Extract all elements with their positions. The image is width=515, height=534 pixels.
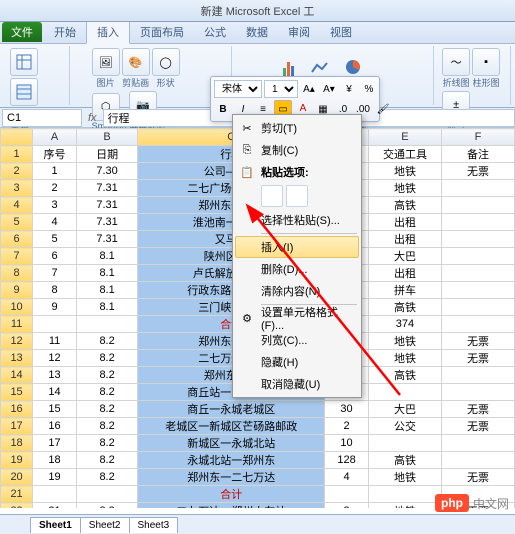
row-header[interactable]: 9 [1,282,33,299]
ctx-cut[interactable]: ✂剪切(T) [235,117,359,139]
row-header[interactable]: 22 [1,503,33,509]
ctx-paste-label: 📋粘贴选项: [235,161,359,183]
ribbon-tabs: 开始 插入 页面布局 公式 数据 审阅 视图 [0,22,515,44]
ribbon-group-sparklines: ～折线图 ▪柱形图 ±盈亏 迷你图 [436,46,511,105]
ctx-unhide[interactable]: 取消隐藏(U) [235,373,359,395]
line-chart-button[interactable] [306,48,336,78]
sheet-tab-3[interactable]: Sheet3 [129,517,179,533]
decrease-font-icon[interactable]: A▾ [320,80,338,98]
sparkline-line-button[interactable]: ～ [442,48,470,76]
tab-pagelayout[interactable]: 页面布局 [130,21,194,43]
sparkline-column-button[interactable]: ▪ [472,48,500,76]
context-menu: ✂剪切(T) ⎘复制(C) 📋粘贴选项: 选择性粘贴(S)... 插入(I) 删… [232,114,362,398]
copy-icon: ⎘ [239,142,255,158]
row-header[interactable]: 5 [1,214,33,231]
ctx-format-cells[interactable]: ⚙设置单元格格式(F)... [235,307,359,329]
row-header[interactable]: 21 [1,486,33,503]
ctx-copy[interactable]: ⎘复制(C) [235,139,359,161]
row-header[interactable]: 1 [1,146,33,163]
ctx-clear[interactable]: 清除内容(N) [235,280,359,302]
ctx-hide[interactable]: 隐藏(H) [235,351,359,373]
title-bar: 新建 Microsoft Excel 工 [0,0,515,22]
watermark: php 中文网 [435,494,509,512]
increase-font-icon[interactable]: A▴ [300,80,318,98]
percent-icon[interactable]: % [360,80,378,98]
paste-option-2[interactable] [286,185,308,207]
row-header[interactable]: 7 [1,248,33,265]
pivot-table-button[interactable] [10,48,38,76]
ctx-insert[interactable]: 插入(I) [235,236,359,258]
tab-home[interactable]: 开始 [44,21,86,43]
ribbon-group-illustrations: 🖼图片 🎨剪贴画 ◯形状 ⬡SmartArt 📷屏幕截图 [72,46,232,105]
fx-icon[interactable]: fx [88,112,97,124]
row-header[interactable]: 13 [1,350,33,367]
row-header[interactable]: 15 [1,384,33,401]
font-select[interactable]: 宋体 [214,80,262,98]
row-header[interactable]: 18 [1,435,33,452]
file-menu-button[interactable]: 文件 [2,22,42,42]
row-header[interactable]: 4 [1,197,33,214]
tab-formulas[interactable]: 公式 [194,21,236,43]
watermark-badge: php [435,494,469,512]
col-header[interactable]: F [441,129,514,146]
sheet-tab-1[interactable]: Sheet1 [30,517,81,533]
tab-review[interactable]: 审阅 [278,21,320,43]
name-box[interactable]: C1 [2,109,82,127]
row-header[interactable]: 12 [1,333,33,350]
tab-view[interactable]: 视图 [320,21,362,43]
cut-icon: ✂ [239,120,255,136]
currency-icon[interactable]: ¥ [340,80,358,98]
fontsize-select[interactable]: 11 [264,80,298,98]
col-header[interactable]: B [76,129,137,146]
row-header[interactable]: 17 [1,418,33,435]
picture-button[interactable]: 🖼 [92,48,120,76]
sheet-tab-2[interactable]: Sheet2 [80,517,130,533]
ctx-paste-special[interactable]: 选择性粘贴(S)... [235,209,359,231]
col-header[interactable]: E [368,129,441,146]
row-header[interactable]: 8 [1,265,33,282]
format-painter-icon[interactable]: 🖌 [374,100,392,118]
col-header[interactable]: A [33,129,77,146]
tab-data[interactable]: 数据 [236,21,278,43]
ctx-col-width[interactable]: 列宽(C)... [235,329,359,351]
row-header[interactable]: 3 [1,180,33,197]
paste-option-1[interactable] [261,185,283,207]
paste-icon: 📋 [239,164,255,180]
row-header[interactable]: 10 [1,299,33,316]
row-header[interactable]: 11 [1,316,33,333]
ctx-delete[interactable]: 删除(D)... [235,258,359,280]
pie-chart-button[interactable] [338,48,368,78]
clipart-button[interactable]: 🎨 [122,48,150,76]
bold-icon[interactable]: B [214,100,232,118]
tab-insert[interactable]: 插入 [86,20,130,44]
row-header[interactable]: 6 [1,231,33,248]
row-header[interactable]: 2 [1,163,33,180]
ribbon-group-tables: 数据 透视表 表格 [4,46,70,105]
sheet-tab-bar: Sheet1 Sheet2 Sheet3 [0,514,515,534]
column-chart-button[interactable] [274,48,304,78]
watermark-text: 中文网 [473,495,509,512]
row-header[interactable]: 14 [1,367,33,384]
table-button[interactable] [10,78,38,106]
shapes-button[interactable]: ◯ [152,48,180,76]
format-icon: ⚙ [239,310,255,326]
row-header[interactable]: 19 [1,452,33,469]
row-header[interactable]: 16 [1,401,33,418]
row-header[interactable]: 20 [1,469,33,486]
window-title: 新建 Microsoft Excel 工 [201,3,315,19]
